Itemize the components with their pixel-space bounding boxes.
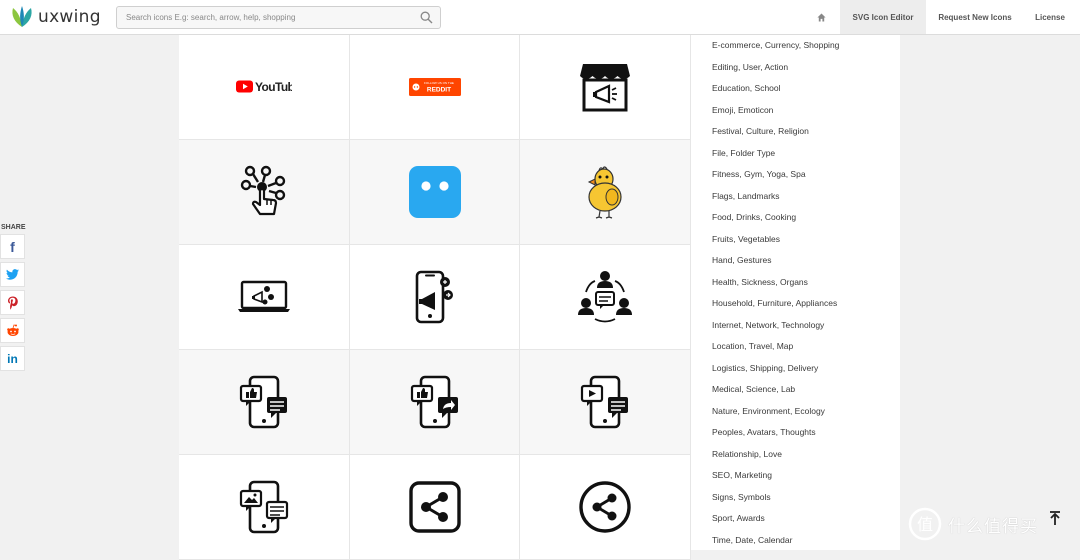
category-link[interactable]: Festival, Culture, Religion [691,121,900,143]
category-link[interactable]: Peoples, Avatars, Thoughts [691,422,900,444]
category-list: E-commerce, Currency, Shopping Editing, … [691,35,900,550]
nav-svg-icon-editor[interactable]: SVG Icon Editor [840,0,926,34]
mobile-like-share-icon [410,375,458,429]
category-link[interactable]: Nature, Environment, Ecology [691,401,900,423]
nav-home[interactable] [802,0,840,34]
watermark: 值 什么值得买 [908,505,1038,543]
category-link[interactable]: SEO, Marketing [691,465,900,487]
icon-tile-mobile-like-share[interactable] [350,350,520,455]
share-label: SHARE [1,224,26,231]
icon-tile-share-square[interactable] [350,455,520,560]
nav-request-new-icons[interactable]: Request New Icons [926,0,1024,34]
category-link[interactable]: Relationship, Love [691,444,900,466]
home-icon [816,12,826,22]
category-link[interactable]: Location, Travel, Map [691,336,900,358]
youtube-wordmark: YouTube [255,80,292,94]
chat-robot-app-icon [408,166,461,218]
youtube-logo-icon: YouTube [236,80,292,94]
icon-tile-shop-promotion[interactable] [520,35,691,140]
share-facebook-button[interactable]: f [0,234,25,259]
share-reddit-button[interactable] [0,318,25,343]
team-communication-icon [578,271,632,323]
mobile-video-comment-icon [580,375,628,429]
search-box [116,6,441,29]
category-link[interactable]: Fitness, Gym, Yoga, Spa [691,164,900,186]
icon-grid: YouTube FOLLOW US ON THE REDDIT [179,35,691,560]
top-nav: SVG Icon Editor Request New Icons Licens… [802,0,1080,34]
nav-license[interactable]: License [1024,0,1076,34]
share-circle-icon [579,481,631,533]
twitter-icon [6,269,19,280]
category-link[interactable]: Food, Drinks, Cooking [691,207,900,229]
laptop-marketing-icon [238,280,290,312]
uxwing-leaf-logo-icon [12,6,32,27]
icon-tile-chick[interactable] [520,140,691,245]
search-input[interactable] [117,7,407,28]
reddit-follow-text: REDDIT [426,87,450,94]
top-header: uxwing SVG Icon Editor Request New Icons… [0,0,1080,35]
share-square-icon [408,481,461,533]
category-link[interactable]: Sport, Awards [691,508,900,530]
icon-tile-youtube[interactable]: YouTube [179,35,350,140]
facebook-icon: f [10,238,15,255]
mobile-like-comment-icon [239,375,287,429]
shop-promotion-icon [580,64,630,112]
icon-tile-network-touch[interactable] [179,140,350,245]
reddit-follow-small-text: FOLLOW US ON THE [424,81,454,85]
mobile-image-comment-icon [239,480,289,534]
pinterest-icon [7,296,18,310]
watermark-text: 什么值得买 [948,516,1038,537]
icon-tile-share-circle[interactable] [520,455,691,560]
category-link[interactable]: File, Folder Type [691,143,900,165]
category-link[interactable]: Internet, Network, Technology [691,315,900,337]
category-link[interactable]: Signs, Symbols [691,487,900,509]
icon-tile-chat-robot[interactable] [350,140,520,245]
chick-bird-icon [587,166,622,219]
category-link[interactable]: Education, School [691,78,900,100]
category-link[interactable]: Flags, Landmarks [691,186,900,208]
icon-tile-mobile-marketing[interactable] [350,245,520,350]
share-bar: SHARE f in [0,222,26,374]
search-icon[interactable] [420,11,433,24]
category-link[interactable]: Emoji, Emoticon [691,100,900,122]
icon-tile-team-communication[interactable] [520,245,691,350]
network-touch-icon [240,165,286,216]
category-link[interactable]: Hand, Gestures [691,250,900,272]
category-link[interactable]: Editing, User, Action [691,57,900,79]
mobile-marketing-icon [415,270,453,324]
linkedin-icon: in [7,351,18,366]
icon-tile-laptop-marketing[interactable] [179,245,350,350]
share-linkedin-button[interactable]: in [0,346,25,371]
reddit-follow-button-icon: FOLLOW US ON THE REDDIT [408,78,461,96]
category-link[interactable]: Fruits, Vegetables [691,229,900,251]
icon-tile-mobile-image-comment[interactable] [179,455,350,560]
watermark-logo-icon: 值 [908,507,942,541]
category-link[interactable]: Medical, Science, Lab [691,379,900,401]
category-link[interactable]: Household, Furniture, Appliances [691,293,900,315]
scroll-to-top-icon[interactable] [1047,510,1063,526]
brand-name: uxwing [38,7,101,27]
site-logo[interactable]: uxwing [10,6,101,28]
icon-tile-mobile-like-comment[interactable] [179,350,350,455]
svg-text:值: 值 [917,515,933,534]
category-link[interactable]: E-commerce, Currency, Shopping [691,35,900,57]
share-pinterest-button[interactable] [0,290,25,315]
share-twitter-button[interactable] [0,262,25,287]
reddit-icon [6,324,19,336]
category-link[interactable]: Time, Date, Calendar [691,530,900,551]
icon-tile-mobile-video-comment[interactable] [520,350,691,455]
category-link[interactable]: Logistics, Shipping, Delivery [691,358,900,380]
category-link[interactable]: Health, Sickness, Organs [691,272,900,294]
icon-tile-reddit-follow[interactable]: FOLLOW US ON THE REDDIT [350,35,520,140]
